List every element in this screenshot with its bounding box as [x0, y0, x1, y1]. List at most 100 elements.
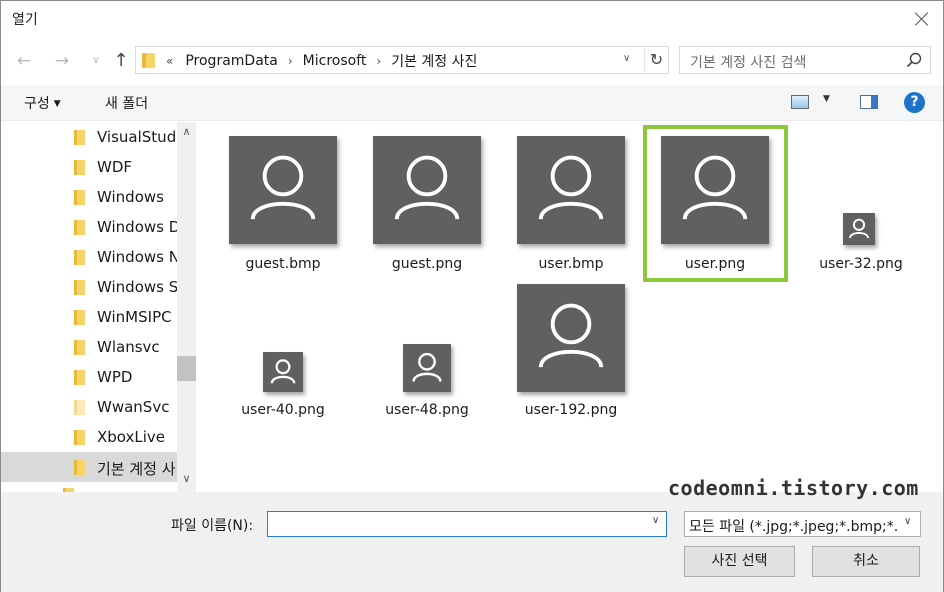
folder-icon [74, 400, 85, 415]
up-arrow-icon[interactable]: ↑ [108, 49, 134, 73]
overflow-chevron-icon[interactable]: « [166, 54, 179, 68]
search-icon[interactable] [906, 52, 922, 68]
file-item-selected[interactable]: user.png [643, 136, 787, 286]
scrollbar-thumb[interactable] [177, 356, 196, 381]
filename-input[interactable] [268, 512, 638, 536]
file-item[interactable]: guest.png [355, 136, 499, 286]
file-name: user.bmp [538, 256, 604, 272]
sidebar-item-label: 기본 계정 사 [97, 460, 176, 478]
filetype-select[interactable]: 모든 파일 (*.jpg;*.jpeg;*.bmp;*.d ∨ [684, 511, 921, 537]
refresh-icon[interactable]: ↻ [644, 48, 668, 72]
sidebar-item-visualstudio[interactable]: VisualStudio [1, 122, 190, 152]
user-avatar-icon [517, 136, 625, 244]
sidebar-item-label: Windows [97, 188, 164, 206]
address-bar[interactable]: « ProgramData › Microsoft › 기본 계정 사진 ∨ ↻ [135, 46, 669, 74]
file-item[interactable]: user-48.png [355, 284, 499, 434]
dialog-footer: 파일 이름(N): ∨ 모든 파일 (*.jpg;*.jpeg;*.bmp;*.… [1, 492, 943, 592]
breadcrumb-separator-icon[interactable]: › [372, 54, 385, 68]
file-name: user-192.png [524, 402, 618, 418]
folder-icon [74, 310, 85, 325]
file-name: guest.bmp [245, 256, 321, 272]
file-name: guest.png [391, 256, 463, 272]
sidebar-item-label: Windows D [97, 218, 181, 236]
view-dropdown-icon[interactable]: ▼ [823, 94, 830, 104]
file-list[interactable]: guest.bmp guest.png user.bmp user.png us… [197, 122, 943, 492]
filename-combobox[interactable]: ∨ [267, 511, 667, 537]
back-arrow-icon[interactable]: ← [11, 49, 37, 73]
filename-label: 파일 이름(N): [171, 518, 254, 534]
view-options-icon[interactable] [791, 95, 809, 109]
sidebar-item-wpd[interactable]: WPD [1, 362, 177, 392]
search-box[interactable]: 기본 계정 사진 검색 [679, 46, 931, 74]
sidebar-item-wwansvc[interactable]: WwanSvc [1, 392, 177, 422]
organize-label: 구성 [24, 96, 50, 112]
command-bar: 구성 ▼ 새 폴더 ▼ ? [1, 85, 943, 121]
file-name: user-48.png [385, 402, 469, 418]
user-avatar-icon [229, 136, 337, 244]
sidebar-item-windows-d[interactable]: Windows D [1, 212, 181, 242]
sidebar-item-wlansvc[interactable]: Wlansvc [1, 332, 177, 362]
user-avatar-icon [661, 136, 769, 244]
file-item[interactable]: user-192.png [499, 284, 643, 434]
watermark: codeomni.tistory.com [668, 476, 919, 500]
folder-icon [74, 460, 85, 475]
navigation-pane[interactable]: VisualStudio WDF Windows Windows D Windo… [1, 122, 197, 492]
breadcrumb-item-microsoft[interactable]: Microsoft [297, 53, 373, 69]
breadcrumb: « ProgramData › Microsoft › 기본 계정 사진 [166, 51, 483, 71]
sidebar-item-label: Wlansvc [97, 338, 160, 356]
sidebar-item-windows-se[interactable]: Windows Se [1, 272, 187, 302]
dropdown-caret-icon: ▼ [53, 99, 61, 109]
folder-icon [74, 340, 85, 355]
breadcrumb-item-current[interactable]: 기본 계정 사진 [385, 51, 483, 71]
scroll-up-icon[interactable]: ∧ [177, 125, 196, 141]
user-avatar-icon [263, 352, 303, 392]
file-item[interactable]: user-32.png [789, 136, 933, 286]
user-avatar-icon [843, 213, 875, 245]
folder-icon [74, 280, 85, 295]
address-dropdown-icon[interactable]: ∨ [623, 53, 630, 64]
file-name: user-40.png [241, 402, 325, 418]
sidebar-item-windows-n[interactable]: Windows N [1, 242, 180, 272]
new-folder-button[interactable]: 새 폴더 [105, 93, 148, 113]
breadcrumb-item-programdata[interactable]: ProgramData [179, 53, 284, 69]
folder-icon [74, 430, 85, 445]
sidebar-item-wdf[interactable]: WDF [1, 152, 177, 182]
folder-icon [74, 130, 85, 145]
search-input[interactable]: 기본 계정 사진 검색 [690, 52, 806, 72]
help-icon[interactable]: ? [904, 92, 925, 113]
file-item[interactable]: user.bmp [499, 136, 643, 286]
folder-icon [74, 250, 85, 265]
file-item[interactable]: guest.bmp [211, 136, 355, 286]
preview-pane-icon[interactable] [860, 95, 878, 109]
sidebar-item-winmsipc[interactable]: WinMSIPC [1, 302, 177, 332]
sidebar-item-label: WPD [97, 368, 133, 386]
file-item[interactable]: user-40.png [211, 284, 355, 434]
scroll-down-icon[interactable]: ∨ [177, 472, 196, 488]
sidebar-item-label: XboxLive [97, 428, 166, 446]
sidebar-item-xboxlive[interactable]: XboxLive [1, 422, 177, 452]
folder-icon [142, 53, 155, 68]
user-avatar-icon [403, 344, 451, 392]
sidebar-item-label: WDF [97, 158, 133, 176]
sidebar-item-label: Windows N [97, 248, 180, 266]
breadcrumb-separator-icon[interactable]: › [284, 54, 297, 68]
forward-arrow-icon[interactable]: → [49, 49, 75, 73]
close-icon[interactable] [909, 7, 935, 33]
dialog-title: 열기 [12, 12, 38, 28]
user-avatar-icon [373, 136, 481, 244]
sidebar-item-windows[interactable]: Windows [1, 182, 177, 212]
organize-button[interactable]: 구성 ▼ [24, 93, 61, 113]
filename-dropdown-icon[interactable]: ∨ [652, 515, 659, 526]
file-name: user-32.png [819, 256, 903, 272]
sidebar-item-partial[interactable] [1, 482, 177, 492]
recent-locations-chevron-icon[interactable]: ∨ [83, 49, 109, 73]
sidebar-item-default-account-pictures[interactable]: 기본 계정 사 [1, 452, 177, 482]
open-dialog: 열기 ← → ∨ ↑ « ProgramData › Microsoft › 기… [0, 0, 944, 592]
select-picture-button[interactable]: 사진 선택 [684, 546, 795, 577]
filetype-dropdown-icon[interactable]: ∨ [904, 516, 911, 527]
cancel-button[interactable]: 취소 [812, 546, 920, 577]
sidebar-item-label: Windows Se [97, 278, 188, 296]
folder-icon [74, 190, 85, 205]
folder-icon [74, 220, 85, 235]
sidebar-scrollbar[interactable] [177, 122, 196, 492]
